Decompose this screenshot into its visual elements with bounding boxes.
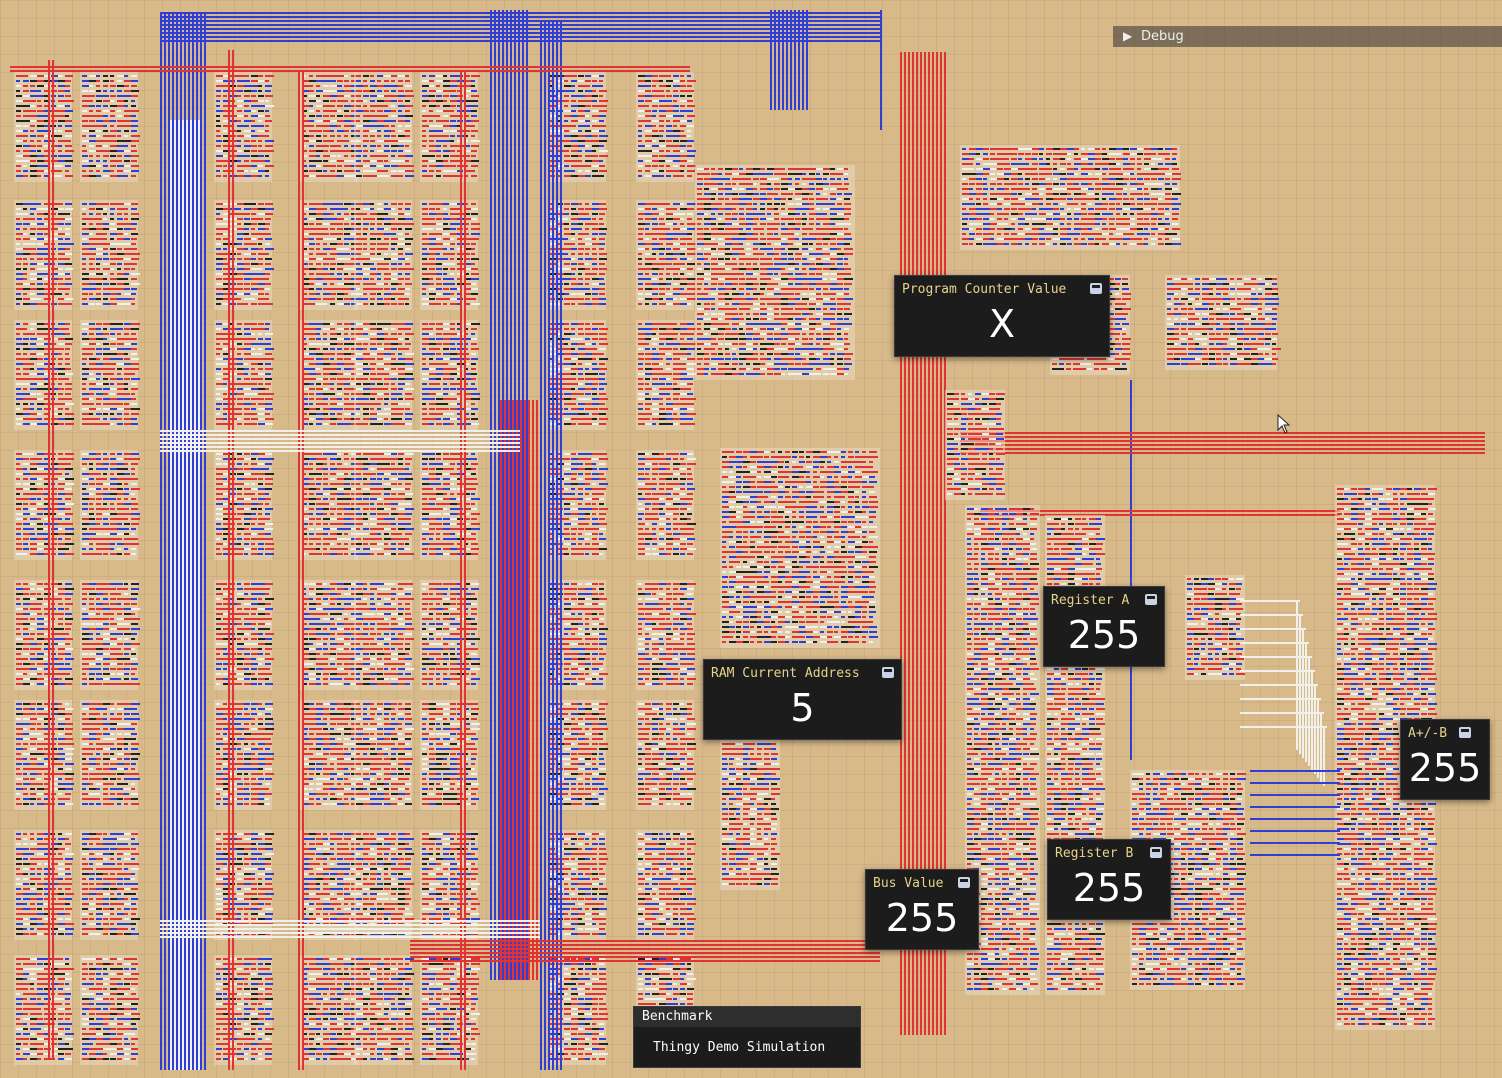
alu-result-panel[interactable]: A+/-B 255 (1400, 719, 1490, 800)
benchmark-item[interactable]: Thingy Demo Simulation (635, 1035, 859, 1061)
bus-value: 255 (885, 896, 959, 940)
alu-result-value: 255 (1408, 746, 1482, 790)
ram-address-value: 5 (790, 686, 815, 730)
panel-title: Register A (1051, 593, 1130, 608)
register-a-panel[interactable]: Register A 255 (1043, 586, 1165, 667)
panel-title: A+/-B (1408, 726, 1448, 741)
circuit-canvas[interactable] (0, 0, 1502, 1078)
program-counter-value: X (988, 302, 1016, 346)
mouse-cursor-icon (1277, 414, 1291, 434)
benchmark-header: Benchmark (634, 1007, 860, 1027)
ram-address-panel[interactable]: RAM Current Address 5 (703, 659, 902, 740)
minimize-icon[interactable] (1150, 847, 1162, 858)
benchmark-panel: Benchmark Thingy Demo Simulation (633, 1006, 861, 1068)
minimize-icon[interactable] (882, 667, 894, 678)
play-triangle-icon: ▶ (1123, 29, 1133, 43)
minimize-icon[interactable] (958, 877, 970, 888)
panel-title: RAM Current Address (711, 666, 860, 681)
panel-title: Bus Value (873, 876, 944, 891)
register-a-value: 255 (1067, 613, 1141, 657)
minimize-icon[interactable] (1145, 594, 1157, 605)
panel-title: Program Counter Value (902, 282, 1067, 297)
minimize-icon[interactable] (1090, 283, 1102, 294)
register-b-panel[interactable]: Register B 255 (1047, 839, 1171, 920)
register-b-value: 255 (1072, 866, 1146, 910)
program-counter-panel[interactable]: Program Counter Value X (894, 275, 1110, 357)
panel-title: Register B (1055, 846, 1134, 861)
bus-value-panel[interactable]: Bus Value 255 (865, 869, 979, 950)
debug-label: Debug (1141, 29, 1184, 44)
debug-toggle[interactable]: ▶ Debug (1113, 26, 1502, 47)
minimize-icon[interactable] (1459, 727, 1471, 738)
